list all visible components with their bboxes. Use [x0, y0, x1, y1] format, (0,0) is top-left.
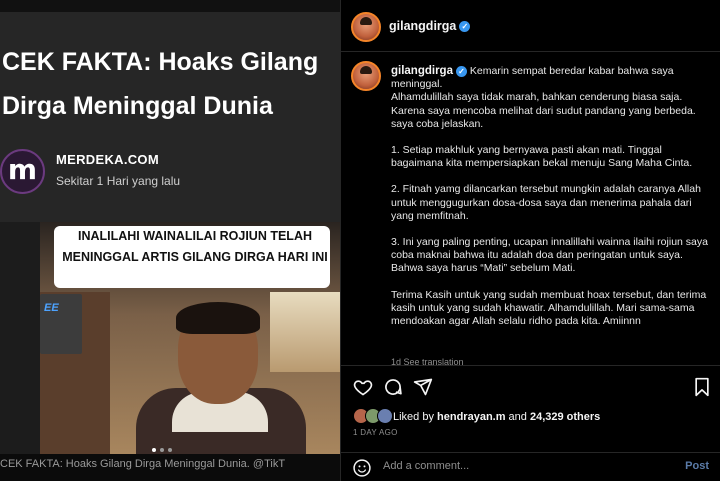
publisher-logo[interactable]: m: [0, 149, 45, 194]
publisher-logo-letter: m: [7, 153, 38, 186]
publish-time: Sekitar 1 Hari yang lalu: [56, 174, 181, 188]
post-date[interactable]: 1 DAY AGO: [353, 428, 398, 437]
bookmark-icon[interactable]: [691, 376, 713, 398]
image-overlay-text: INALILAHI WAINALILAI ROJIUN TELAH MENING…: [62, 229, 328, 264]
post-actions: Liked by hendrayan.m and 24,329 others 1…: [341, 365, 720, 465]
liker-avatar[interactable]: [377, 408, 393, 424]
verified-badge-icon: ✓: [455, 65, 467, 77]
article-image[interactable]: EE INALILAHI WAINALILAI ROJIUN TELAH MEN…: [0, 222, 340, 454]
ac-logo: EE: [44, 302, 59, 314]
verified-badge-icon: ✓: [459, 21, 471, 33]
carousel-dots[interactable]: [152, 448, 172, 452]
article-headline[interactable]: CEK FAKTA: Hoaks Gilang Dirga Meninggal …: [2, 40, 338, 128]
instagram-panel: gilangdirga ✓ gilangdirga ✓ Kemarin sempat…: [340, 0, 720, 481]
image-caption: CEK FAKTA: Hoaks Gilang Dirga Meninggal …: [0, 458, 286, 470]
post-button[interactable]: Post: [685, 460, 709, 472]
share-icon[interactable]: [412, 376, 434, 398]
emoji-icon[interactable]: [351, 457, 373, 479]
carousel-dot[interactable]: [152, 448, 156, 452]
article-top-strip: [0, 0, 340, 12]
liked-by-and: and: [505, 411, 530, 423]
post-header: gilangdirga ✓: [341, 0, 720, 52]
liked-by-prefix: Liked by: [393, 411, 438, 423]
liked-by-text[interactable]: Liked by hendrayan.m and 24,329 others: [393, 411, 600, 423]
liked-by-user[interactable]: hendrayan.m: [437, 411, 505, 423]
caption-paragraph: 1. Setiap makhluk yang bernyawa pasti ak…: [391, 144, 693, 170]
comment-bar: Add a comment... Post: [341, 452, 720, 481]
heart-icon[interactable]: [352, 376, 374, 398]
caption-username[interactable]: gilangdirga: [391, 65, 453, 77]
carousel-dot[interactable]: [160, 448, 164, 452]
carousel-dot[interactable]: [168, 448, 172, 452]
caption-paragraph: 3. Ini yang paling penting, ucapan innal…: [391, 236, 708, 275]
person-hair: [176, 302, 260, 334]
comment-input[interactable]: Add a comment...: [383, 460, 469, 472]
comment-icon[interactable]: [382, 376, 404, 398]
article-panel: CEK FAKTA: Hoaks Gilang Dirga Meninggal …: [0, 0, 340, 481]
header-avatar[interactable]: [351, 12, 381, 42]
caption-area[interactable]: gilangdirga ✓ Kemarin sempat beredar kaba…: [341, 53, 720, 365]
caption-meta[interactable]: 1d See translation: [391, 357, 464, 365]
caption-paragraph: 2. Fitnah yamg dilancarkan tersebut mung…: [391, 183, 701, 222]
photo-window-light: [270, 292, 340, 372]
caption-paragraph: Terima Kasih untuk yang sudah membuat ho…: [391, 288, 707, 328]
publisher-name[interactable]: MERDEKA.COM: [56, 152, 159, 167]
header-username-row[interactable]: gilangdirga ✓: [389, 19, 471, 33]
liked-by-count[interactable]: 24,329 others: [530, 411, 600, 423]
article-photo: EE INALILAHI WAINALILAI ROJIUN TELAH MEN…: [40, 222, 340, 454]
header-username[interactable]: gilangdirga: [389, 19, 456, 33]
photo-ac-unit: EE: [40, 294, 82, 354]
caption-body: gilangdirga ✓ Kemarin sempat beredar kaba…: [391, 65, 711, 341]
article-header-card: CEK FAKTA: Hoaks Gilang Dirga Meninggal …: [0, 0, 340, 222]
caption-avatar[interactable]: [351, 61, 381, 91]
